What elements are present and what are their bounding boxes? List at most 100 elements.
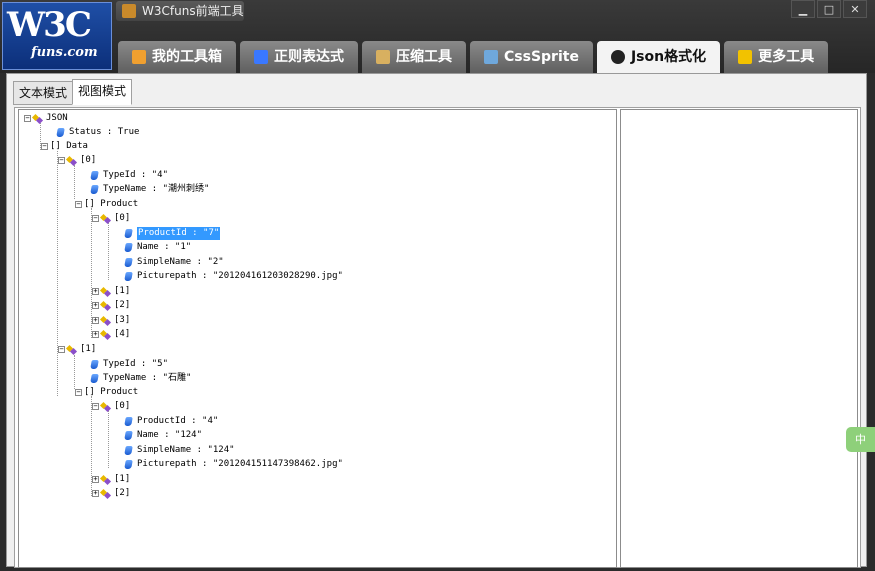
expand-icon[interactable]: + bbox=[92, 476, 99, 483]
tree-node-product-0[interactable]: − [0] bbox=[92, 212, 130, 225]
title-bar: W3C funs.com W3Cfuns前端工具 ▁ □ ✕ 我的工具箱 正则表… bbox=[0, 0, 875, 73]
value-icon bbox=[90, 171, 99, 180]
tree-label: [4] bbox=[114, 329, 131, 339]
tree-label: [] Data bbox=[50, 141, 88, 151]
expand-icon[interactable]: + bbox=[92, 331, 99, 338]
collapse-icon[interactable]: − bbox=[41, 143, 48, 150]
object-icon bbox=[101, 330, 111, 340]
tree-node-typeid-2[interactable]: TypeId : "5" bbox=[90, 358, 168, 371]
tree-label: TypeId : "4" bbox=[103, 170, 169, 180]
tree-label: [3] bbox=[114, 315, 131, 325]
object-icon bbox=[101, 287, 111, 297]
tree-label: Name : "1" bbox=[137, 242, 192, 252]
tree-node-root[interactable]: − JSON bbox=[24, 112, 68, 125]
collapse-icon[interactable]: − bbox=[24, 115, 31, 122]
tree-node-data-0[interactable]: − [0] bbox=[58, 154, 96, 167]
tree-label: [1] bbox=[114, 286, 131, 296]
collapse-icon[interactable]: − bbox=[92, 403, 99, 410]
tab-csssprite[interactable]: CssSprite bbox=[470, 41, 593, 73]
tree-label: Picturepath : "201204151147398462.jpg" bbox=[137, 459, 343, 469]
value-icon bbox=[90, 374, 99, 383]
app-title: W3Cfuns前端工具 bbox=[142, 4, 244, 18]
tree-node-simplename-b[interactable]: SimpleName : "124" bbox=[124, 444, 235, 457]
ime-indicator[interactable]: 中 bbox=[846, 427, 875, 452]
object-icon bbox=[67, 156, 77, 166]
maximize-button[interactable]: □ bbox=[817, 0, 841, 18]
object-icon bbox=[101, 489, 111, 499]
mode-tabs: 文本模式 视图模式 bbox=[13, 79, 133, 105]
expand-icon[interactable]: + bbox=[92, 317, 99, 324]
tree-node-product-1[interactable]: + [1] bbox=[92, 285, 130, 298]
value-icon bbox=[124, 258, 133, 267]
close-button[interactable]: ✕ bbox=[843, 0, 867, 18]
expand-icon[interactable]: + bbox=[92, 302, 99, 309]
tab-compress[interactable]: 压缩工具 bbox=[362, 41, 466, 73]
tree-label: JSON bbox=[46, 113, 68, 123]
object-icon bbox=[67, 345, 77, 355]
collapse-icon[interactable]: − bbox=[75, 389, 82, 396]
tree-node-picturepath[interactable]: Picturepath : "201204161203028290.jpg" bbox=[124, 270, 343, 283]
tree-node-typename-2[interactable]: TypeName : "石雕" bbox=[90, 372, 191, 385]
tab-label: 压缩工具 bbox=[396, 49, 452, 65]
collapse-icon[interactable]: − bbox=[58, 346, 65, 353]
tab-regex[interactable]: 正则表达式 bbox=[240, 41, 358, 73]
tree-node-product-4[interactable]: + [4] bbox=[92, 328, 130, 341]
collapse-icon[interactable]: − bbox=[92, 215, 99, 222]
tab-label: 正则表达式 bbox=[274, 49, 344, 65]
tab-toolbox[interactable]: 我的工具箱 bbox=[118, 41, 236, 73]
tree-node-picturepath-b[interactable]: Picturepath : "201204151147398462.jpg" bbox=[124, 458, 343, 471]
collapse-icon[interactable]: − bbox=[58, 157, 65, 164]
tree-node-product-3[interactable]: + [3] bbox=[92, 314, 130, 327]
tree-label: [] Product bbox=[84, 199, 139, 209]
object-icon bbox=[33, 114, 43, 124]
tree-node-typename[interactable]: TypeName : "潮州刺绣" bbox=[90, 183, 210, 196]
tree-label: [2] bbox=[114, 300, 131, 310]
tree-label: [2] bbox=[114, 488, 131, 498]
tree-node-productid-b[interactable]: ProductId : "4" bbox=[124, 415, 219, 428]
tree-node-product[interactable]: −[] Product bbox=[75, 198, 138, 211]
tab-more-tools[interactable]: 更多工具 bbox=[724, 41, 829, 73]
tab-text-mode[interactable]: 文本模式 bbox=[13, 81, 74, 105]
value-icon bbox=[124, 272, 133, 281]
tree-node-data[interactable]: −[] Data bbox=[41, 140, 88, 153]
json-icon bbox=[610, 50, 625, 64]
selected-label: ProductId : "7" bbox=[137, 227, 221, 240]
w3cfuns-logo: W3C funs.com bbox=[2, 2, 112, 70]
expand-icon[interactable]: + bbox=[92, 288, 99, 295]
tree-node-product-b-2[interactable]: + [2] bbox=[92, 487, 130, 500]
tab-label: 更多工具 bbox=[758, 49, 815, 65]
tree-label: [] Product bbox=[84, 387, 139, 397]
detail-pane[interactable] bbox=[620, 109, 858, 568]
home-icon bbox=[132, 50, 146, 64]
tree-node-product-b[interactable]: −[] Product bbox=[75, 386, 138, 399]
logo-text: W3C bbox=[7, 5, 92, 45]
tree-node-name-b[interactable]: Name : "124" bbox=[124, 429, 203, 442]
value-icon bbox=[90, 360, 99, 369]
app-icon bbox=[122, 4, 136, 18]
tree-node-product-2[interactable]: + [2] bbox=[92, 299, 130, 312]
tab-json-format[interactable]: Json格式化 bbox=[596, 41, 721, 73]
expand-icon[interactable]: + bbox=[92, 490, 99, 497]
value-icon bbox=[124, 431, 133, 440]
object-icon bbox=[101, 316, 111, 326]
tab-view-mode[interactable]: 视图模式 bbox=[72, 79, 133, 105]
content-area: 文本模式 视图模式 − JSON Status : True −[] Data −… bbox=[6, 73, 867, 568]
tree-node-data-1[interactable]: − [1] bbox=[58, 343, 96, 356]
sprite-icon bbox=[484, 50, 498, 64]
minimize-button[interactable]: ▁ bbox=[791, 0, 815, 18]
tab-label: Json格式化 bbox=[630, 49, 707, 65]
object-icon bbox=[101, 301, 111, 311]
tree-node-name[interactable]: Name : "1" bbox=[124, 241, 192, 254]
tree-node-simplename[interactable]: SimpleName : "2" bbox=[124, 256, 224, 269]
json-tree[interactable]: − JSON Status : True −[] Data − [0] TypeId… bbox=[18, 109, 617, 568]
tree-node-product-b-0[interactable]: − [0] bbox=[92, 400, 130, 413]
tree-label: Name : "124" bbox=[137, 430, 203, 440]
tree-node-status[interactable]: Status : True bbox=[56, 126, 139, 139]
value-icon bbox=[124, 417, 133, 426]
tree-node-productid[interactable]: ProductId : "7" bbox=[124, 227, 221, 240]
tree-node-product-b-1[interactable]: + [1] bbox=[92, 473, 130, 486]
tree-label: TypeName : "潮州刺绣" bbox=[103, 184, 210, 194]
tree-label: ProductId : "4" bbox=[137, 416, 219, 426]
tree-node-typeid[interactable]: TypeId : "4" bbox=[90, 169, 169, 182]
collapse-icon[interactable]: − bbox=[75, 201, 82, 208]
